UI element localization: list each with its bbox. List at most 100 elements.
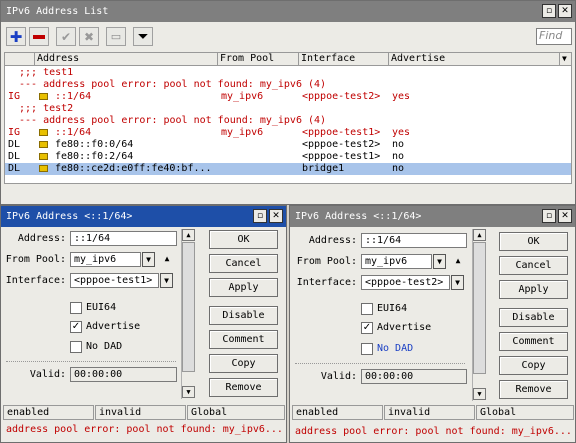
interface-select[interactable]: <pppoe-test1> xyxy=(70,273,159,288)
table-row[interactable]: ;;; test2 xyxy=(5,103,571,115)
dialog-1-scrollbar[interactable]: ▲ ▼ xyxy=(181,229,195,399)
address-key-icon xyxy=(39,165,48,172)
table-row[interactable]: ;;; test1 xyxy=(5,67,571,79)
disable-button[interactable]: ✖ xyxy=(79,27,99,46)
interface-dropdown-icon[interactable]: ▼ xyxy=(160,273,173,288)
comment-button[interactable]: Comment xyxy=(209,330,278,349)
scroll-thumb[interactable] xyxy=(182,242,195,372)
no-dad-checkbox[interactable] xyxy=(361,343,373,355)
status-global: Global xyxy=(476,405,574,420)
table-row[interactable]: --- address pool error: pool not found: … xyxy=(5,115,571,127)
comment-button[interactable]: Comment xyxy=(499,332,568,351)
add-button[interactable]: ✚ xyxy=(6,27,26,46)
row-comment: ;;; test1 xyxy=(19,67,74,78)
column-from-pool[interactable]: From Pool xyxy=(218,53,299,66)
no-dad-label: No DAD xyxy=(377,343,414,354)
copy-button[interactable]: Copy xyxy=(209,354,278,373)
restore-icon[interactable]: ▫ xyxy=(542,4,556,18)
address-key-icon xyxy=(39,129,48,136)
filter-button[interactable]: ⏷ xyxy=(133,27,153,46)
column-interface[interactable]: Interface xyxy=(299,53,389,66)
close-icon[interactable]: ✕ xyxy=(558,209,572,223)
from-pool-select[interactable]: my_ipv6 xyxy=(70,252,141,267)
interface-dropdown-icon[interactable]: ▼ xyxy=(451,275,464,290)
scroll-down-icon[interactable]: ▼ xyxy=(182,386,195,398)
row-address: fe80::f0:0/64 xyxy=(55,139,134,150)
cancel-button[interactable]: Cancel xyxy=(499,256,568,275)
scroll-up-icon[interactable]: ▲ xyxy=(182,229,195,241)
table-row[interactable]: DL fe80::f0:2/64 <pppoe-test1> no xyxy=(5,151,571,163)
collapse-up-icon[interactable]: ▲ xyxy=(162,254,172,264)
eui64-checkbox[interactable] xyxy=(70,302,82,314)
status-global: Global xyxy=(187,405,285,420)
address-key-icon xyxy=(39,153,48,160)
dialog-2-scrollbar[interactable]: ▲ ▼ xyxy=(472,229,486,401)
disable-button[interactable]: Disable xyxy=(499,308,568,327)
toolbar: ✚ ✔ ✖ ▭ ⏷ Find xyxy=(1,23,575,51)
row-comment: ;;; test2 xyxy=(19,103,74,114)
scroll-down-icon[interactable]: ▼ xyxy=(473,388,486,400)
close-icon[interactable]: ✕ xyxy=(558,4,572,18)
column-menu-icon[interactable]: ▼ xyxy=(560,53,574,66)
ok-button[interactable]: OK xyxy=(209,230,278,249)
from-pool-dropdown-icon[interactable]: ▼ xyxy=(142,252,155,267)
scroll-up-icon[interactable]: ▲ xyxy=(473,229,486,241)
from-pool-label: From Pool: xyxy=(296,256,357,267)
eui64-checkbox[interactable] xyxy=(361,303,373,315)
column-flags[interactable] xyxy=(5,53,35,66)
row-comment: --- address pool error: pool not found: … xyxy=(19,115,327,126)
row-advertise: yes xyxy=(392,127,411,138)
apply-button[interactable]: Apply xyxy=(499,280,568,299)
advertise-checkbox[interactable]: ✓ xyxy=(70,321,82,333)
scroll-thumb[interactable] xyxy=(473,242,486,374)
cancel-button[interactable]: Cancel xyxy=(209,254,278,273)
row-advertise: yes xyxy=(392,91,411,102)
apply-button[interactable]: Apply xyxy=(209,278,278,297)
close-icon[interactable]: ✕ xyxy=(269,209,283,223)
advertise-checkbox[interactable]: ✓ xyxy=(361,322,373,334)
row-flags: DL xyxy=(8,163,21,174)
ok-button[interactable]: OK xyxy=(499,232,568,251)
row-interface: <pppoe-test1> xyxy=(302,127,381,138)
enable-button[interactable]: ✔ xyxy=(56,27,76,46)
table-row[interactable]: DL fe80::f0:0/64 <pppoe-test2> no xyxy=(5,139,571,151)
collapse-up-icon[interactable]: ▲ xyxy=(453,256,463,266)
table-row[interactable]: IG::1/64 my_ipv6 <pppoe-test1> yes xyxy=(5,127,571,139)
advertise-label: Advertise xyxy=(86,321,141,332)
address-list-titlebar[interactable]: IPv6 Address List ▫ ✕ xyxy=(1,1,575,22)
no-dad-checkbox[interactable] xyxy=(70,341,82,353)
remove-button[interactable] xyxy=(29,27,49,46)
remove-button[interactable]: Remove xyxy=(209,378,278,397)
valid-separator xyxy=(6,361,176,362)
find-input[interactable]: Find xyxy=(536,28,572,45)
from-pool-dropdown-icon[interactable]: ▼ xyxy=(433,254,446,269)
from-pool-select[interactable]: my_ipv6 xyxy=(361,254,432,269)
status-invalid: invalid xyxy=(95,405,186,420)
table-row[interactable]: --- address pool error: pool not found: … xyxy=(5,79,571,91)
copy-button[interactable]: Copy xyxy=(499,356,568,375)
column-advertise[interactable]: Advertise xyxy=(389,53,560,66)
address-label: Address: xyxy=(308,235,357,246)
dialog-1-titlebar[interactable]: IPv6 Address <::1/64> ▫ ✕ xyxy=(1,206,286,227)
remove-button[interactable]: Remove xyxy=(499,380,568,399)
table-row[interactable]: IG::1/64 my_ipv6 <pppoe-test2> yes xyxy=(5,91,571,103)
restore-icon[interactable]: ▫ xyxy=(542,209,556,223)
row-flags: DL xyxy=(8,151,21,162)
status-enabled: enabled xyxy=(3,405,94,420)
valid-label: Valid: xyxy=(29,369,66,380)
column-address[interactable]: Address xyxy=(35,53,218,66)
address-key-icon xyxy=(39,141,48,148)
row-interface: <pppoe-test2> xyxy=(302,91,381,102)
disable-button[interactable]: Disable xyxy=(209,306,278,325)
restore-icon[interactable]: ▫ xyxy=(253,209,267,223)
dialog-2-titlebar[interactable]: IPv6 Address <::1/64> ▫ ✕ xyxy=(290,206,575,227)
comment-button[interactable]: ▭ xyxy=(106,27,126,46)
interface-select[interactable]: <pppoe-test2> xyxy=(361,275,450,290)
address-field[interactable]: ::1/64 xyxy=(70,231,177,246)
table-row[interactable]: DL fe80::ce2d:e0ff:fe40:bf... bridge1 no xyxy=(5,163,571,175)
row-advertise: no xyxy=(392,163,405,174)
table-header: Address From Pool Interface Advertise ▼ xyxy=(5,53,571,66)
address-field[interactable]: ::1/64 xyxy=(361,233,467,248)
status-invalid: invalid xyxy=(384,405,475,420)
status-enabled: enabled xyxy=(292,405,383,420)
